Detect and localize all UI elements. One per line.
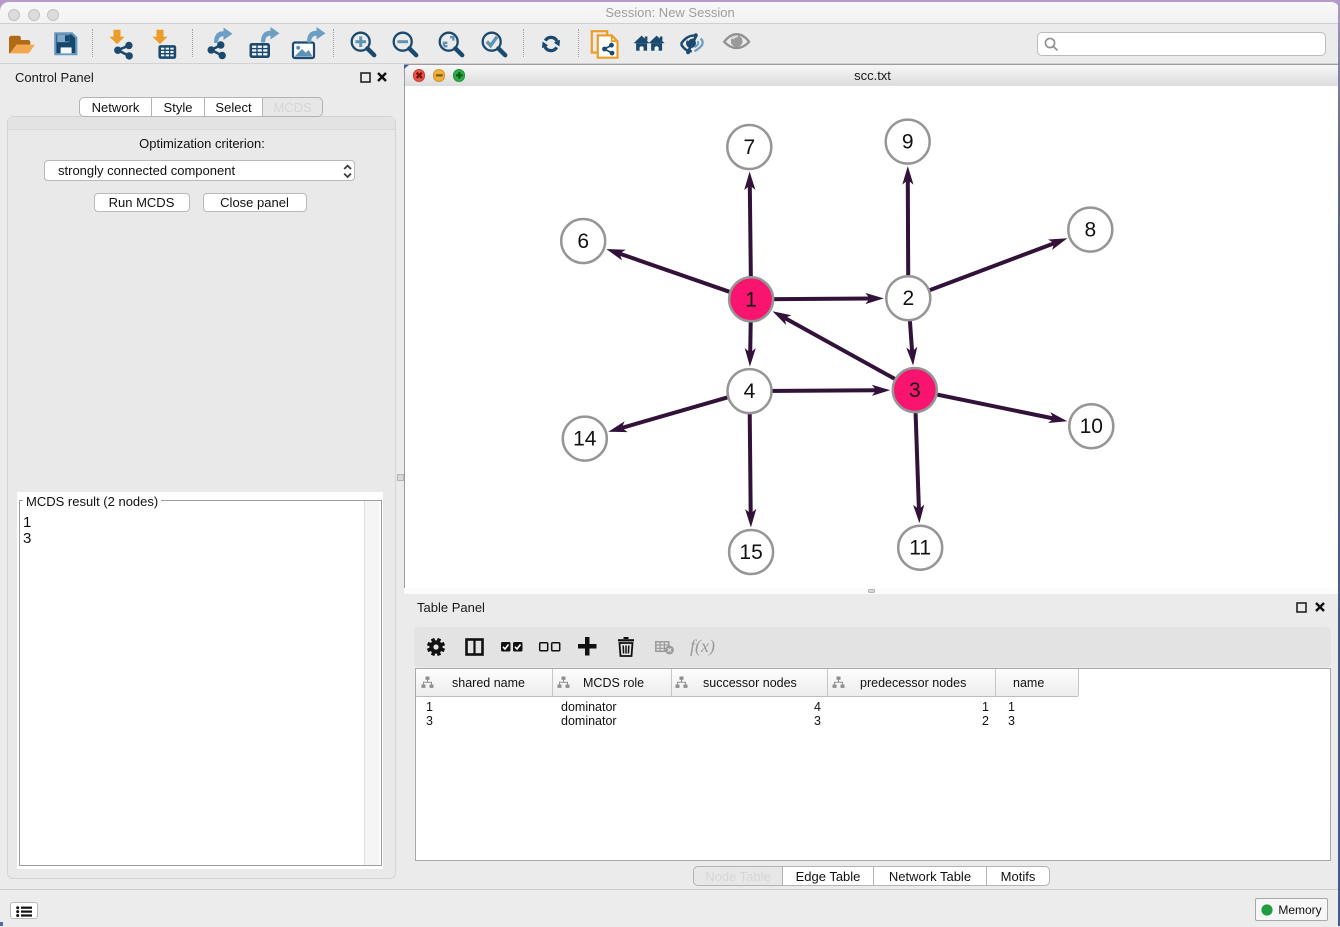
svg-text:9: 9 (902, 131, 914, 154)
svg-text:1: 1 (745, 288, 757, 311)
svg-text:7: 7 (743, 136, 755, 159)
svg-text:4: 4 (744, 380, 756, 403)
svg-text:2: 2 (902, 287, 914, 310)
svg-text:10: 10 (1080, 415, 1103, 438)
svg-text:11: 11 (909, 537, 931, 560)
svg-text:15: 15 (739, 541, 762, 564)
svg-text:3: 3 (909, 379, 921, 402)
svg-text:8: 8 (1084, 219, 1096, 242)
svg-text:6: 6 (577, 230, 589, 253)
svg-text:14: 14 (573, 428, 597, 451)
